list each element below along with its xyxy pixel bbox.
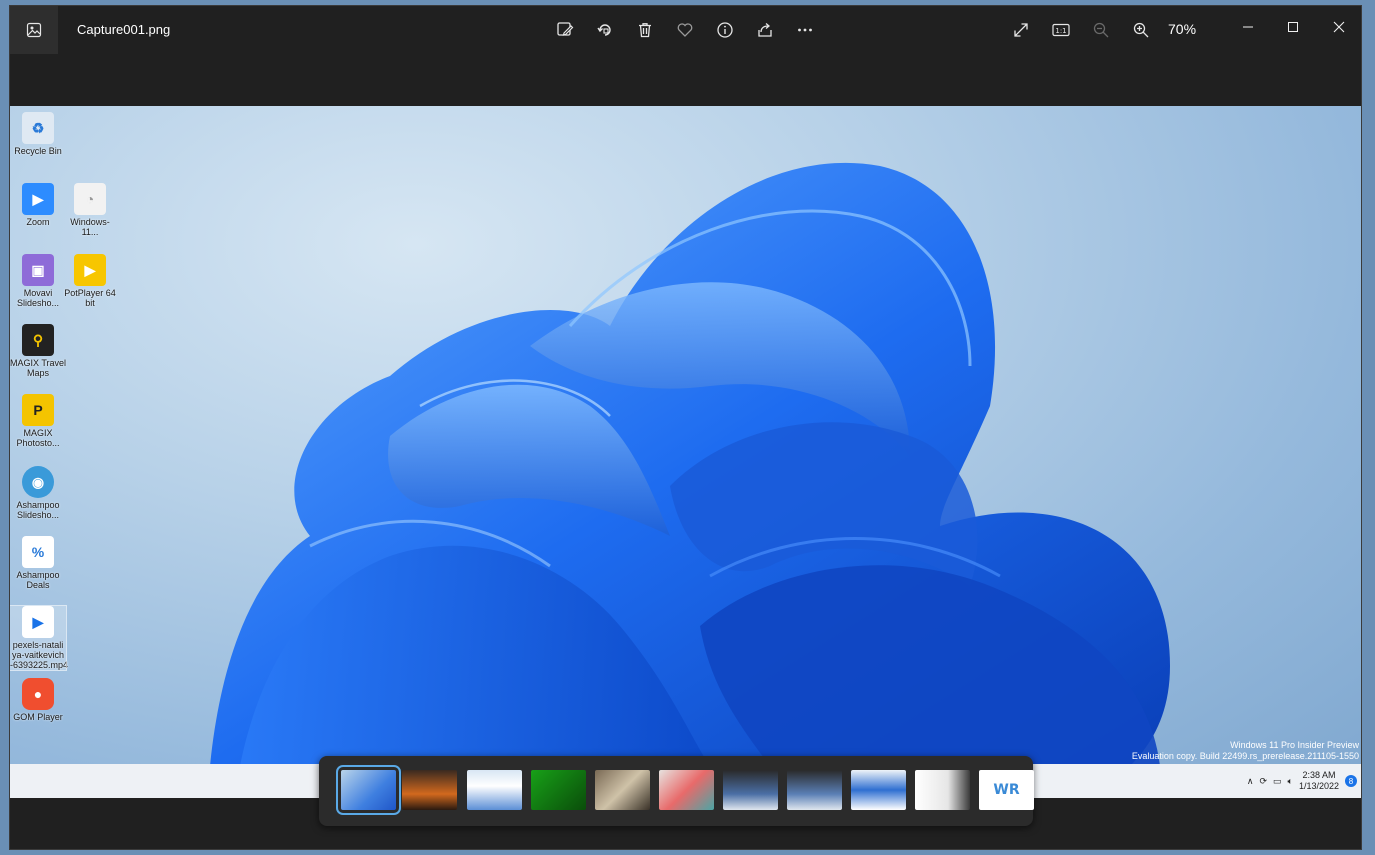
- close-icon: [1333, 21, 1345, 33]
- close-button[interactable]: [1325, 13, 1353, 41]
- info-icon: [717, 22, 733, 38]
- desktop-icon-label: Ashampoo Slidesho...: [16, 500, 60, 520]
- desktop-icon-label: PotPlayer 64 bit: [64, 288, 116, 308]
- favorite-icon: [677, 23, 693, 37]
- watermark-line-2: Evaluation copy. Build 22499.rs_prerelea…: [1131, 751, 1359, 761]
- svg-text:1:1: 1:1: [1055, 27, 1066, 35]
- zoom-in-button[interactable]: [1128, 17, 1154, 43]
- disc-image-icon: ◔: [74, 183, 106, 215]
- desktop-icon-magix-photostory[interactable]: P MAGIX Photosto...: [10, 394, 66, 448]
- info-button[interactable]: [712, 17, 738, 43]
- thumbnail-dark-app-screenshot-1[interactable]: [723, 770, 778, 810]
- title-bar: Capture001.png 1:1 70%: [10, 6, 1361, 54]
- share-icon: [758, 23, 772, 37]
- thumbnail-bloom-wallpaper[interactable]: [336, 765, 401, 815]
- share-button[interactable]: [752, 17, 778, 43]
- desktop-icon-label: Recycle Bin: [14, 146, 62, 156]
- desktop-icon-ashampoo-deals[interactable]: % Ashampoo Deals: [10, 536, 66, 590]
- ashampoo-slideshow-app-icon: ◉: [22, 466, 54, 498]
- desktop-icon-label: Movavi Slidesho...: [16, 288, 60, 308]
- clock-date: 1/13/2022: [1298, 781, 1339, 791]
- thumbnail-explorer-screenshot[interactable]: [915, 770, 970, 810]
- zoom-out-icon: [1093, 22, 1109, 38]
- maximize-button[interactable]: [1279, 13, 1307, 41]
- recycle-bin-icon: ♻: [22, 112, 54, 144]
- speaker-icon: 🔈︎: [1287, 775, 1293, 786]
- thumbnail-keycaps-colorful[interactable]: [659, 770, 714, 810]
- potplayer-app-icon: ▶: [74, 254, 106, 286]
- zoom-level[interactable]: 70%: [1168, 21, 1196, 37]
- ashampoo-deals-app-icon: %: [22, 536, 54, 568]
- actual-size-icon: 1:1: [1052, 23, 1070, 37]
- thumbnail-fire-landscape[interactable]: [402, 770, 457, 810]
- notification-badge: 8: [1345, 775, 1357, 787]
- rotate-icon: [597, 24, 611, 36]
- desktop-icon-ashampoo-slideshow[interactable]: ◉ Ashampoo Slidesho...: [10, 466, 66, 520]
- desktop-icon-label: MAGIX Photosto...: [16, 428, 60, 448]
- edit-image-icon: [557, 22, 574, 36]
- desktop-icon-label: Zoom: [26, 217, 50, 227]
- photos-app-window: Capture001.png 1:1 70% ♻ Recycle Bin ▶ Z…: [9, 5, 1362, 850]
- desktop-icon-magix-travel-maps[interactable]: ⚲ MAGIX Travel Maps: [10, 324, 66, 378]
- desktop-icon-label: pexels-natali ya-vaitkevich -6393225.mp4: [10, 640, 69, 670]
- sync-icon: ⟳: [1259, 775, 1268, 786]
- desktop-icon-label: Ashampoo Deals: [16, 570, 60, 590]
- app-icon-button[interactable]: [10, 6, 58, 54]
- thumbnail-dark-app-screenshot-2[interactable]: [787, 770, 842, 810]
- desktop-icon-zoom[interactable]: ▶ Zoom: [10, 183, 66, 227]
- thumbnail-wr-logo[interactable]: WR: [979, 770, 1034, 810]
- windows-bloom-wallpaper: [210, 162, 1170, 766]
- desktop-icon-potplayer[interactable]: ▶ PotPlayer 64 bit: [62, 254, 118, 308]
- zoom-app-icon: ▶: [22, 183, 54, 215]
- desktop-icon-movavi[interactable]: ▣ Movavi Slidesho...: [10, 254, 66, 308]
- zoom-in-icon: [1133, 22, 1149, 38]
- delete-button[interactable]: [632, 17, 658, 43]
- minimize-icon: [1243, 26, 1253, 28]
- filmstrip: WR: [319, 756, 1034, 826]
- more-icon: [798, 28, 812, 32]
- desktop-icon-label: GOM Player: [13, 712, 63, 722]
- file-name: Capture001.png: [77, 22, 171, 37]
- photos-app-icon: [26, 22, 42, 38]
- maximize-icon: [1288, 22, 1298, 32]
- actual-size-button[interactable]: 1:1: [1048, 17, 1074, 43]
- edit-image-button[interactable]: [552, 17, 578, 43]
- desktop-icon-video-file[interactable]: ▶ pexels-natali ya-vaitkevich -6393225.m…: [10, 605, 69, 671]
- thumbnail-xbox-console[interactable]: [531, 770, 586, 810]
- movavi-app-icon: ▣: [22, 254, 54, 286]
- clock: 2:38 AM 1/13/2022: [1299, 770, 1339, 792]
- desktop-icon-windows-11-file[interactable]: ◔ Windows-11...: [62, 183, 118, 237]
- delete-icon: [639, 23, 651, 38]
- map-pin-icon: ⚲: [22, 324, 54, 356]
- system-tray: ∧ ⟳ ▭ 🔈︎ 2:38 AM 1/13/2022 8: [1247, 764, 1357, 798]
- fit-to-window-button[interactable]: [1008, 17, 1034, 43]
- chevron-up-icon: ∧: [1246, 775, 1254, 786]
- build-watermark: Windows 11 Pro Insider Preview Evaluatio…: [1132, 740, 1359, 762]
- desktop-icon-label: Windows-11...: [70, 217, 110, 237]
- desktop-icon-label: MAGIX Travel Maps: [10, 358, 67, 378]
- rotate-button[interactable]: [592, 17, 618, 43]
- fit-to-window-icon: [1014, 23, 1028, 37]
- video-file-icon: ▶: [22, 606, 54, 638]
- gom-player-app-icon: ●: [22, 678, 54, 710]
- network-icon: ▭: [1273, 775, 1282, 786]
- magix-photostory-app-icon: P: [22, 394, 54, 426]
- favorite-button[interactable]: [672, 17, 698, 43]
- thumbnail-keyboard-keys[interactable]: [595, 770, 650, 810]
- clock-time: 2:38 AM: [1302, 770, 1336, 780]
- watermark-line-1: Windows 11 Pro Insider Preview: [1230, 740, 1359, 750]
- thumbnail-windows-screenshot-1[interactable]: [467, 770, 522, 810]
- zoom-out-button[interactable]: [1088, 17, 1114, 43]
- image-viewer[interactable]: ♻ Recycle Bin ▶ Zoom ◔ Windows-11... ▣ M…: [10, 106, 1361, 798]
- desktop-icon-recycle-bin[interactable]: ♻ Recycle Bin: [10, 112, 66, 156]
- desktop-icon-gom-player[interactable]: ● GOM Player: [10, 678, 66, 722]
- minimize-button[interactable]: [1234, 13, 1262, 41]
- more-options-button[interactable]: [792, 17, 818, 43]
- thumbnail-settings-screenshot[interactable]: [851, 770, 906, 810]
